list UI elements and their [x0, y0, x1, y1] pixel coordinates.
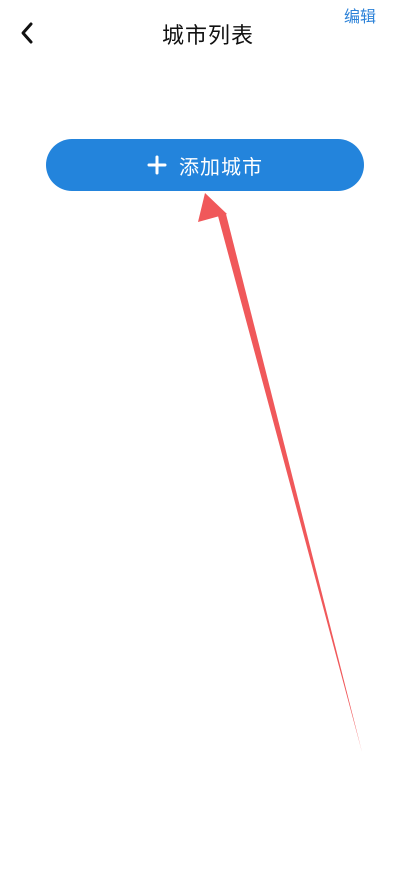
add-city-label: 添加城市 [179, 154, 263, 179]
city-list-screen: 城市列表 编辑 添加城市 [0, 0, 416, 871]
edit-button[interactable]: 编辑 [344, 3, 376, 27]
add-city-button[interactable]: 添加城市 [46, 139, 364, 191]
annotation-arrow [198, 193, 362, 752]
plus-icon [147, 155, 167, 175]
